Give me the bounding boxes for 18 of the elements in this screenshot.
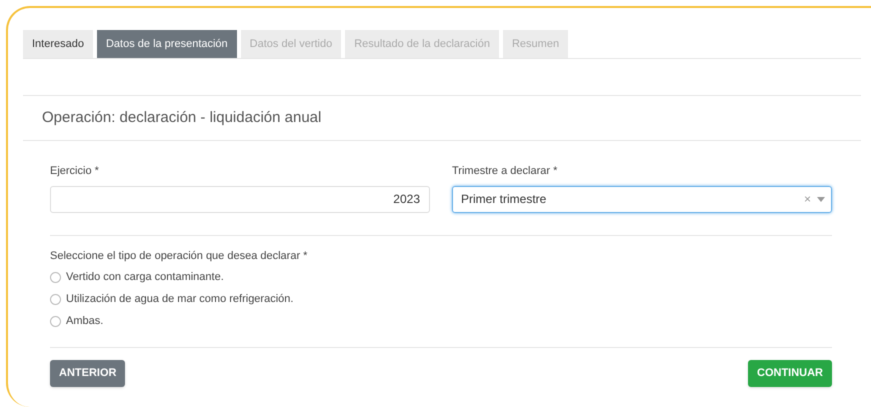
clear-button[interactable]: × bbox=[804, 190, 811, 208]
caret-icon bbox=[817, 196, 825, 202]
section-heading: Operación: declaración - liquidación anual bbox=[42, 108, 322, 128]
back-button[interactable]: ANTERIOR bbox=[50, 360, 126, 387]
field-label: Trimestre a declarar * bbox=[452, 164, 558, 179]
tab[interactable]: Interesado bbox=[23, 30, 93, 58]
radio-button[interactable] bbox=[50, 272, 61, 282]
radio-button[interactable] bbox=[50, 316, 61, 326]
radio-label: Vertido con carga contaminante. bbox=[66, 270, 224, 285]
continue-button[interactable]: CONTINUAR bbox=[748, 360, 832, 387]
question-label: Seleccione el tipo de operación que desea declarar * bbox=[50, 248, 308, 264]
tab[interactable]: Datos de la presentación bbox=[96, 30, 237, 58]
quarter-select[interactable]: Primer trimestre × bbox=[452, 186, 832, 212]
radio-label: Utilización de agua de mar como refrigeración. bbox=[66, 292, 294, 307]
radio-button[interactable] bbox=[50, 294, 61, 304]
year-field[interactable]: 2023 bbox=[50, 186, 430, 212]
radio-label: Ambas. bbox=[66, 314, 104, 329]
field-label: Ejercicio * bbox=[50, 164, 100, 179]
